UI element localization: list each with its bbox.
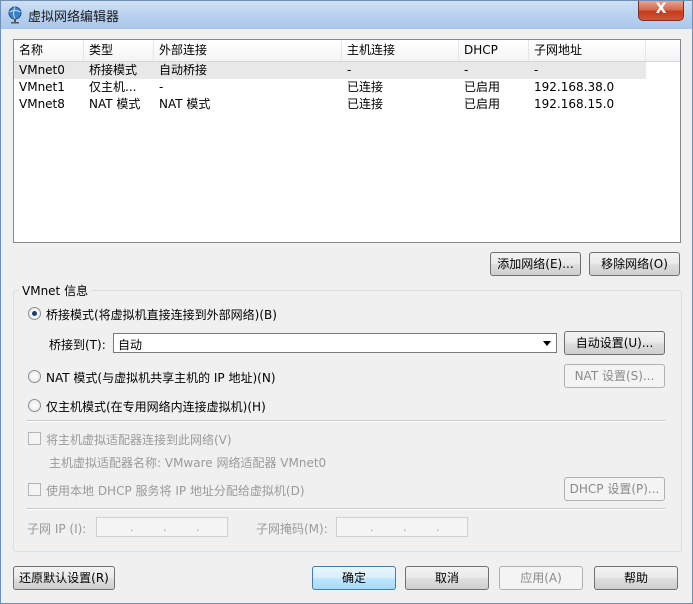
cell-type: 仅主机... xyxy=(89,80,137,94)
cell-external: - xyxy=(159,80,164,94)
dhcp-checkbox[interactable] xyxy=(28,483,41,496)
network-list-header: 名称 类型 外部连接 主机连接 DHCP 子网地址 xyxy=(14,40,680,62)
close-button[interactable]: X xyxy=(638,1,684,21)
radio-selected-dot xyxy=(32,311,37,316)
cell-name: VMnet8 xyxy=(19,97,65,111)
connect-adapter-checkbox[interactable] xyxy=(28,432,41,445)
subnet-mask-label: 子网掩码(M): xyxy=(256,522,328,536)
network-list[interactable]: 名称 类型 外部连接 主机连接 DHCP 子网地址 VMnet0 桥接模式 自动… xyxy=(13,39,681,243)
subnet-ip-label: 子网 IP (I): xyxy=(27,522,87,536)
window-title: 虚拟网络编辑器 xyxy=(28,10,120,25)
cell-host: - xyxy=(347,63,352,77)
subnet-mask-input[interactable]: . . . xyxy=(336,517,468,537)
separator xyxy=(27,508,665,510)
chevron-down-icon xyxy=(543,341,551,346)
cell-subnet: - xyxy=(534,63,539,77)
bridged-mode-label[interactable]: 桥接模式(将虚拟机直接连接到外部网络)(B) xyxy=(46,306,277,323)
ip-dot: . xyxy=(130,521,134,534)
separator xyxy=(27,420,665,422)
table-row[interactable]: VMnet8 NAT 模式 NAT 模式 已连接 已启用 192.168.15.… xyxy=(14,96,646,113)
column-header-type[interactable]: 类型 xyxy=(84,40,154,60)
column-header-external[interactable]: 外部连接 xyxy=(154,40,342,60)
dhcp-settings-button[interactable]: DHCP 设置(P)... xyxy=(564,477,665,501)
cell-type: NAT 模式 xyxy=(89,97,141,111)
bridged-mode-radio[interactable] xyxy=(28,307,41,320)
cell-external: 自动桥接 xyxy=(159,63,208,77)
cell-dhcp: - xyxy=(464,63,469,77)
ip-dot: . xyxy=(403,521,407,534)
cell-name: VMnet1 xyxy=(19,80,65,94)
connect-adapter-label[interactable]: 将主机虚拟适配器连接到此网络(V) xyxy=(46,431,232,448)
bridge-to-value: 自动 xyxy=(118,338,143,352)
table-row[interactable]: VMnet1 仅主机... - 已连接 已启用 192.168.38.0 xyxy=(14,79,646,96)
virtual-network-editor-window: 虚拟网络编辑器 X 名称 类型 外部连接 主机连接 DHCP 子网地址 VMne… xyxy=(0,0,693,604)
host-only-label[interactable]: 仅主机模式(在专用网络内连接虚拟机)(H) xyxy=(46,398,266,415)
network-globe-icon xyxy=(8,6,22,24)
cell-external: NAT 模式 xyxy=(159,97,211,111)
host-only-radio[interactable] xyxy=(28,399,41,412)
auto-settings-button[interactable]: 自动设置(U)... xyxy=(564,331,665,355)
cell-type: 桥接模式 xyxy=(89,63,138,77)
cell-dhcp: 已启用 xyxy=(464,80,501,94)
cell-name: VMnet0 xyxy=(19,63,65,77)
add-network-button[interactable]: 添加网络(E)... xyxy=(490,252,581,276)
column-header-dhcp[interactable]: DHCP xyxy=(459,40,529,60)
dhcp-label[interactable]: 使用本地 DHCP 服务将 IP 地址分配给虚拟机(D) xyxy=(46,482,305,499)
bridge-to-label: 桥接到(T): xyxy=(49,338,106,352)
subnet-ip-input[interactable]: . . . xyxy=(96,517,228,537)
nat-mode-label[interactable]: NAT 模式(与虚拟机共享主机的 IP 地址)(N) xyxy=(46,369,276,386)
cancel-button[interactable]: 取消 xyxy=(405,566,489,590)
vmnet-info-title: VMnet 信息 xyxy=(19,282,92,299)
restore-defaults-button[interactable]: 还原默认设置(R) xyxy=(13,566,115,590)
nat-settings-button[interactable]: NAT 设置(S)... xyxy=(564,364,665,388)
adapter-name-text: 主机虚拟适配器名称: VMware 网络适配器 VMnet0 xyxy=(49,456,327,470)
column-header-host[interactable]: 主机连接 xyxy=(342,40,459,60)
ip-dot: . xyxy=(196,521,200,534)
column-header-name[interactable]: 名称 xyxy=(14,40,84,60)
apply-button[interactable]: 应用(A) xyxy=(499,566,583,590)
column-header-subnet[interactable]: 子网地址 xyxy=(529,40,646,60)
close-icon: X xyxy=(655,1,667,17)
remove-network-button[interactable]: 移除网络(O) xyxy=(589,252,680,276)
ip-dot: . xyxy=(436,521,440,534)
cell-host: 已连接 xyxy=(347,80,384,94)
nat-mode-radio[interactable] xyxy=(28,370,41,383)
ip-dot: . xyxy=(163,521,167,534)
cell-host: 已连接 xyxy=(347,97,384,111)
cell-dhcp: 已启用 xyxy=(464,97,501,111)
cell-subnet: 192.168.38.0 xyxy=(534,80,615,94)
bridge-to-select[interactable]: 自动 xyxy=(113,333,557,353)
cell-subnet: 192.168.15.0 xyxy=(534,97,615,111)
help-button[interactable]: 帮助 xyxy=(594,566,678,590)
title-bar[interactable]: 虚拟网络编辑器 X xyxy=(1,1,692,29)
table-row[interactable]: VMnet0 桥接模式 自动桥接 - - - xyxy=(14,62,646,79)
ok-button[interactable]: 确定 xyxy=(312,566,396,590)
ip-dot: . xyxy=(370,521,374,534)
